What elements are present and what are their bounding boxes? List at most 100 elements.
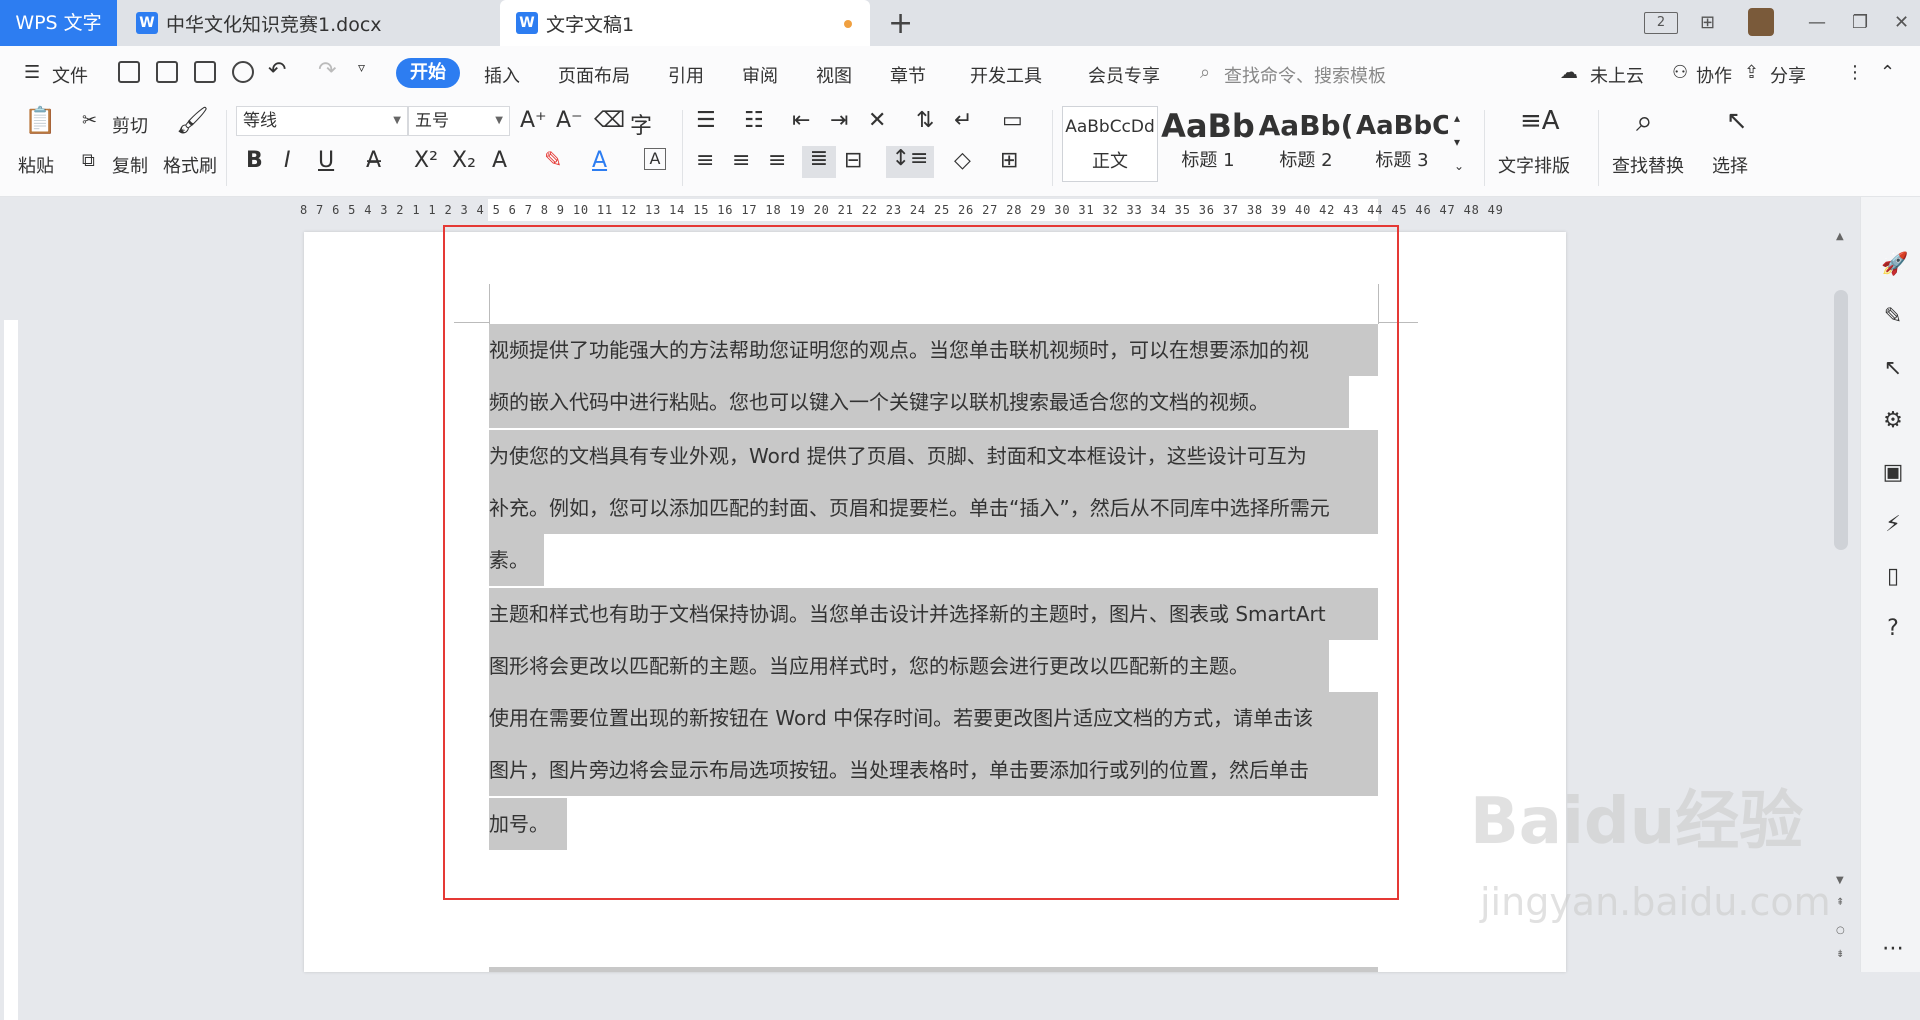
collab-button[interactable]: 协作	[1696, 62, 1732, 88]
distributed-align-icon[interactable]: ⊟	[844, 148, 862, 173]
image-tool-icon[interactable]: ▣	[1881, 461, 1905, 485]
font-color-icon[interactable]: A	[592, 148, 607, 173]
document-page[interactable]: 视频提供了功能强大的方法帮助您证明您的观点。当您单击联机视频时，可以在想要添加的…	[304, 232, 1566, 972]
sliders-icon[interactable]: ⚙	[1881, 409, 1905, 433]
scroll-down-icon[interactable]: ▼	[1836, 875, 1844, 886]
wps-app-tab[interactable]: WPS 文字	[0, 0, 117, 46]
command-search-input[interactable]: 查找命令、搜索模板	[1224, 62, 1386, 88]
text-effect-icon[interactable]: A	[492, 148, 507, 173]
bullet-list-icon[interactable]: ☰	[696, 108, 716, 133]
text-line[interactable]: 主题和样式也有助于文档保持协调。当您单击设计并选择新的主题时，图片、图表或 Sm…	[489, 588, 1326, 640]
styles-scroll-icon[interactable]: ▴ ▾ ⌄	[1454, 106, 1464, 178]
style-heading-3[interactable]: AaBbC 标题 3	[1356, 106, 1448, 182]
text-line[interactable]: 图形将会更改以匹配新的主题。当应用样式时，您的标题会进行更改以匹配新的主题。	[489, 640, 1249, 692]
style-normal[interactable]: AaBbCcDd 正文	[1062, 106, 1158, 182]
pen-icon[interactable]: ✎	[1881, 305, 1905, 329]
horizontal-ruler[interactable]: 8 7 6 5 4 3 2 1 1 2 3 4 5 6 7 8 9 10 11 …	[0, 197, 1860, 225]
scrollbar-thumb[interactable]	[1834, 290, 1848, 550]
window-count-icon[interactable]: 2	[1644, 12, 1678, 34]
chinese-layout-icon[interactable]: ✕	[868, 108, 886, 133]
tab-ruler-icon[interactable]: ▭	[1002, 108, 1023, 133]
bold-icon[interactable]: B	[246, 148, 263, 173]
lightning-icon[interactable]: ⚡	[1881, 513, 1905, 537]
text-line[interactable]: 为使您的文档具有专业外观，Word 提供了页眉、页脚、封面和文本框设计，这些设计…	[489, 430, 1307, 482]
sort-icon[interactable]: ⇅	[916, 108, 934, 133]
numbered-list-icon[interactable]: ☷	[744, 108, 764, 133]
tab-chapter[interactable]: 章节	[890, 62, 926, 88]
menu-file[interactable]: 文件	[52, 62, 88, 88]
restore-icon[interactable]: ❐	[1852, 12, 1868, 33]
decrease-indent-icon[interactable]: ⇤	[792, 108, 810, 133]
help-icon[interactable]: ?	[1881, 617, 1905, 641]
tab-insert[interactable]: 插入	[484, 62, 520, 88]
redo-icon[interactable]: ↷	[318, 58, 336, 83]
new-tab-plus-icon[interactable]: +	[888, 6, 913, 41]
export-pdf-icon[interactable]	[156, 61, 178, 83]
style-heading-2[interactable]: AaBb( 标题 2	[1258, 106, 1354, 182]
font-size-select[interactable]: 五号 ▼	[408, 106, 510, 136]
line-spacing-icon[interactable]: ↕≡	[886, 146, 934, 178]
more-options-icon[interactable]: ⋯	[1881, 937, 1905, 961]
text-line[interactable]: 视频提供了功能强大的方法帮助您证明您的观点。当您单击联机视频时，可以在想要添加的…	[489, 324, 1309, 376]
strikethrough-icon[interactable]: A̶	[366, 148, 381, 173]
rocket-icon[interactable]: 🚀	[1881, 253, 1908, 277]
align-left-icon[interactable]: ≡	[696, 148, 714, 173]
text-line[interactable]: 频的嵌入代码中进行粘贴。您也可以键入一个关键字以联机搜索最适合您的文档的视频。	[489, 376, 1269, 428]
minimize-icon[interactable]: —	[1808, 12, 1826, 33]
cut-button[interactable]: 剪切	[112, 112, 148, 138]
char-border-icon[interactable]: A	[644, 148, 666, 170]
save-icon[interactable]	[118, 61, 140, 83]
tab-home[interactable]: 开始	[396, 58, 460, 88]
document-tab-1[interactable]: W 中华文化知识竞赛1.docx	[120, 0, 568, 46]
select-button[interactable]: 选择	[1712, 152, 1748, 178]
more-icon[interactable]: ⋮	[1846, 62, 1864, 83]
paste-button[interactable]: 粘贴	[18, 152, 54, 178]
format-painter-button[interactable]: 格式刷	[163, 152, 217, 178]
vertical-scrollbar[interactable]: ▲ ▼ ⇞ ○ ⇟	[1830, 225, 1852, 972]
tab-review[interactable]: 审阅	[742, 62, 778, 88]
hamburger-icon[interactable]: ☰	[24, 62, 40, 83]
subscript-icon[interactable]: X₂	[452, 148, 476, 173]
superscript-icon[interactable]: X²	[414, 148, 438, 173]
customize-toolbar-icon[interactable]: ▿	[358, 60, 365, 76]
text-line[interactable]: 素。	[489, 534, 529, 586]
print-preview-icon[interactable]	[232, 61, 254, 83]
cloud-status-button[interactable]: 未上云	[1590, 62, 1644, 88]
decrease-font-icon[interactable]: A⁻	[556, 108, 583, 133]
justify-icon[interactable]: ≣	[802, 146, 836, 178]
scroll-up-icon[interactable]: ▲	[1836, 231, 1844, 242]
tab-view[interactable]: 视图	[816, 62, 852, 88]
tab-member[interactable]: 会员专享	[1088, 62, 1160, 88]
borders-icon[interactable]: ⊞	[1000, 148, 1018, 173]
vertical-ruler[interactable]	[0, 225, 22, 1020]
collapse-ribbon-icon[interactable]: ⌃	[1880, 62, 1895, 83]
tab-page-layout[interactable]: 页面布局	[558, 62, 630, 88]
prev-page-icon[interactable]: ⇞	[1836, 897, 1844, 908]
text-line[interactable]: 图片，图片旁边将会显示布局选项按钮。当处理表格时，单击要添加行或列的位置，然后单…	[489, 744, 1309, 796]
select-browse-icon[interactable]: ○	[1836, 925, 1845, 936]
share-button[interactable]: 分享	[1770, 62, 1806, 88]
align-center-icon[interactable]: ≡	[732, 148, 750, 173]
grid-apps-icon[interactable]: ⊞	[1700, 12, 1715, 33]
book-icon[interactable]: ▯	[1881, 565, 1905, 589]
text-line[interactable]: 加号。	[489, 798, 549, 850]
text-layout-button[interactable]: 文字排版	[1498, 152, 1570, 178]
font-family-select[interactable]: 等线 ▼	[236, 106, 408, 136]
increase-font-icon[interactable]: A⁺	[520, 108, 547, 133]
increase-indent-icon[interactable]: ⇥	[830, 108, 848, 133]
undo-icon[interactable]: ↶	[268, 58, 286, 83]
highlight-icon[interactable]: ✎	[544, 148, 562, 173]
underline-icon[interactable]: U	[318, 148, 334, 173]
pointer-icon[interactable]: ↖	[1881, 357, 1905, 381]
tab-references[interactable]: 引用	[668, 62, 704, 88]
tab-developer[interactable]: 开发工具	[970, 62, 1042, 88]
text-line[interactable]: 补充。例如，您可以添加匹配的封面、页眉和提要栏。单击“插入”，然后从不同库中选择…	[489, 482, 1330, 534]
copy-button[interactable]: 复制	[112, 152, 148, 178]
italic-icon[interactable]: I	[284, 148, 291, 173]
close-icon[interactable]: ✕	[1894, 12, 1909, 33]
text-line[interactable]: 使用在需要位置出现的新按钮在 Word 中保存时间。若要更改图片适应文档的方式，…	[489, 692, 1313, 744]
style-heading-1[interactable]: AaBb 标题 1	[1160, 106, 1256, 182]
find-replace-button[interactable]: 查找替换	[1612, 152, 1684, 178]
shading-icon[interactable]: ◇	[954, 148, 971, 173]
align-right-icon[interactable]: ≡	[768, 148, 786, 173]
